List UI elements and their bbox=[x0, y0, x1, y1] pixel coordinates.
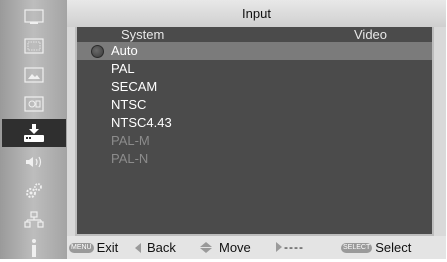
info-icon bbox=[23, 239, 45, 257]
system-option-pal-n: PAL-N bbox=[77, 150, 432, 168]
sidebar-item-network[interactable] bbox=[2, 206, 66, 234]
system-option-secam[interactable]: SECAM bbox=[77, 78, 432, 96]
help-exit-label: Exit bbox=[96, 240, 119, 255]
system-option-ntsc443[interactable]: NTSC4.43 bbox=[77, 114, 432, 132]
input-icon bbox=[23, 124, 45, 142]
help-move: Move bbox=[200, 240, 251, 255]
help-select: SELECT Select bbox=[341, 240, 411, 255]
picture-adjust-icon bbox=[23, 37, 45, 55]
system-option-auto[interactable]: Auto bbox=[77, 42, 432, 60]
sidebar-item-image-quality[interactable] bbox=[2, 90, 66, 118]
help-back: Back bbox=[135, 240, 176, 255]
system-option-label: PAL-N bbox=[111, 151, 149, 166]
system-option-ntsc[interactable]: NTSC bbox=[77, 96, 432, 114]
main-panel: Input System Video Auto PAL SECAM NTSC N… bbox=[67, 0, 446, 236]
system-option-label: SECAM bbox=[111, 79, 158, 94]
display-icon bbox=[23, 8, 45, 26]
system-option-label: NTSC bbox=[111, 97, 147, 112]
radio-selected-icon bbox=[91, 45, 104, 58]
sidebar-item-info[interactable] bbox=[2, 234, 66, 262]
sidebar-item-sound[interactable] bbox=[2, 148, 66, 176]
sidebar-item-input[interactable] bbox=[2, 119, 66, 147]
arrow-left-icon bbox=[135, 242, 141, 253]
help-back-label: Back bbox=[147, 240, 176, 255]
system-option-label: PAL bbox=[111, 61, 135, 76]
help-select-label: Select bbox=[375, 240, 412, 255]
column-header: System Video bbox=[77, 27, 432, 43]
osd-menu: Input System Video Auto PAL SECAM NTSC N… bbox=[0, 0, 446, 259]
settings-icon bbox=[23, 182, 45, 200]
sidebar-item-screen[interactable] bbox=[2, 61, 66, 89]
help-next-label: ---- bbox=[284, 240, 304, 254]
arrow-up-down-icon bbox=[200, 242, 212, 253]
network-icon bbox=[23, 211, 45, 229]
input-list-panel: System Video Auto PAL SECAM NTSC NTSC4.4… bbox=[75, 27, 434, 236]
help-next: ---- bbox=[276, 240, 304, 254]
select-key-icon: SELECT bbox=[341, 242, 373, 253]
system-option-label: NTSC4.43 bbox=[111, 115, 172, 130]
sound-icon bbox=[23, 153, 45, 171]
help-exit: MENU Exit bbox=[69, 240, 118, 255]
sidebar bbox=[0, 0, 67, 259]
system-column-label: System bbox=[121, 27, 165, 42]
system-option-label: PAL-M bbox=[111, 133, 150, 148]
system-option-pal[interactable]: PAL bbox=[77, 60, 432, 78]
system-list: Auto PAL SECAM NTSC NTSC4.43 PAL-M PAL-N bbox=[77, 42, 432, 168]
screen-icon bbox=[23, 66, 45, 84]
system-option-pal-m: PAL-M bbox=[77, 132, 432, 150]
sidebar-item-settings[interactable] bbox=[2, 177, 66, 205]
help-bar: MENU Exit Back Move ---- SELECT Select bbox=[67, 236, 446, 259]
menu-key-icon: MENU bbox=[69, 242, 94, 253]
menu-title: Input bbox=[67, 0, 446, 27]
sidebar-item-picture-adjust[interactable] bbox=[2, 32, 66, 60]
image-quality-icon bbox=[23, 95, 45, 113]
arrow-right-icon bbox=[276, 242, 282, 252]
system-option-label: Auto bbox=[111, 43, 138, 58]
video-column-label: Video bbox=[354, 27, 388, 42]
sidebar-item-display[interactable] bbox=[2, 3, 66, 31]
help-move-label: Move bbox=[219, 240, 251, 255]
